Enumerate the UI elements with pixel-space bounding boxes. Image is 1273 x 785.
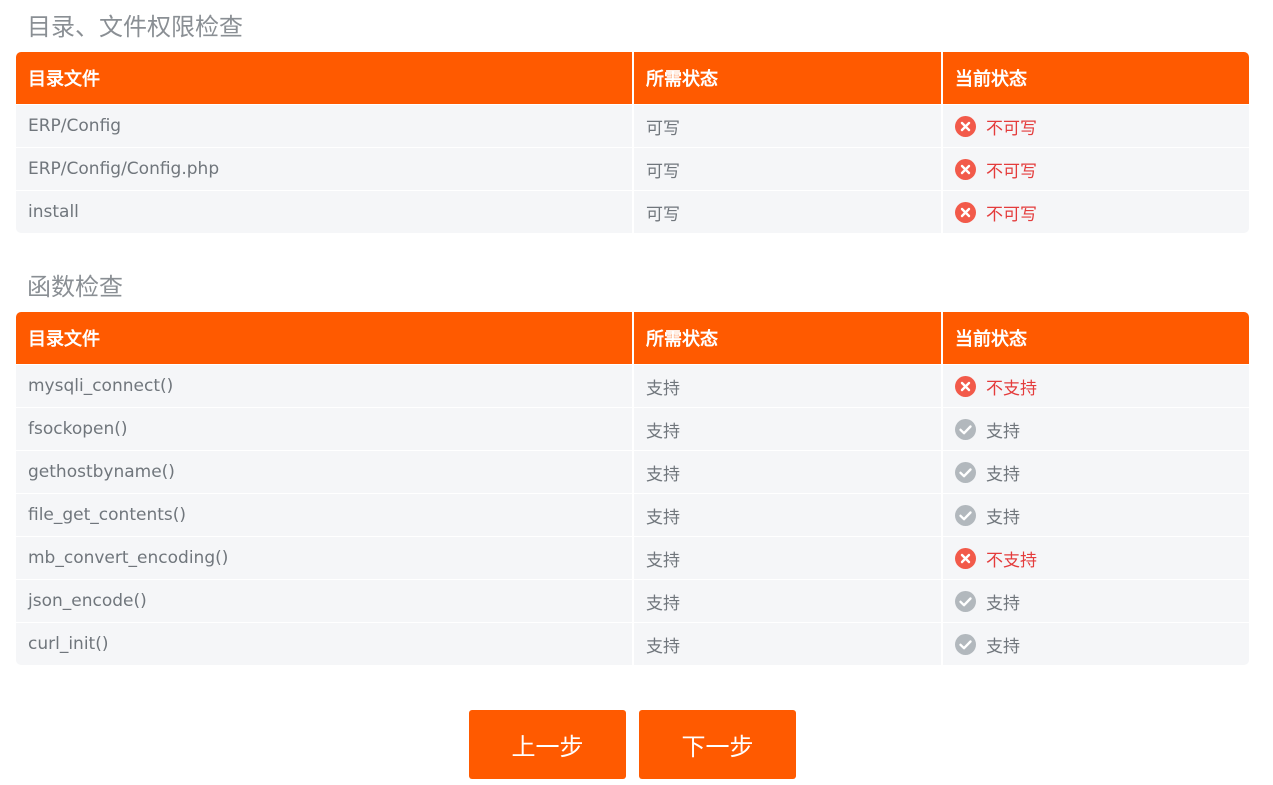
- table-row: ERP/Config 可写 不可写: [16, 104, 1249, 147]
- permission-check-rows: ERP/Config 可写 不可写 ERP/Config/Config.php 可写 不可…: [16, 104, 1249, 233]
- table-row: curl_init() 支持 支持: [16, 622, 1249, 665]
- row-required-status: 支持: [632, 623, 941, 665]
- row-file-name: ERP/Config: [28, 116, 122, 136]
- next-step-button[interactable]: 下一步: [639, 710, 796, 779]
- previous-step-button[interactable]: 上一步: [469, 710, 626, 779]
- column-header-file: 目录文件: [28, 329, 100, 350]
- table-header: 目录文件 所需状态 当前状态: [16, 52, 1249, 104]
- install-check-page: 目录、文件权限检查 目录文件 所需状态 当前状态 ERP/Config 可写 不可写…: [0, 0, 1273, 785]
- current-status-text: 不可写: [986, 118, 1037, 139]
- row-file-name: ERP/Config/Config.php: [28, 159, 220, 179]
- close-circle-icon: [955, 201, 976, 223]
- row-required-status: 支持: [632, 365, 941, 407]
- row-file-name: fsockopen(): [28, 419, 128, 439]
- column-header-current: 当前状态: [941, 52, 1249, 104]
- close-circle-icon: [955, 375, 976, 397]
- row-current-status: 不可写: [941, 105, 1249, 147]
- row-required-status: 支持: [632, 408, 941, 450]
- check-circle-icon: [955, 461, 976, 483]
- row-required-status: 可写: [632, 148, 941, 190]
- check-circle-icon: [955, 590, 976, 612]
- column-header-file: 目录文件: [28, 69, 100, 90]
- current-status-text: 支持: [986, 421, 1020, 442]
- current-status-text: 支持: [986, 464, 1020, 485]
- function-check-title: 函数检查: [27, 273, 123, 301]
- close-circle-icon: [955, 158, 976, 180]
- row-current-status: 不支持: [941, 537, 1249, 579]
- row-file-name: install: [28, 202, 79, 222]
- permission-check-title: 目录、文件权限检查: [27, 13, 243, 41]
- row-file-name: gethostbyname(): [28, 462, 175, 482]
- row-required-status: 可写: [632, 105, 941, 147]
- row-current-status: 不支持: [941, 365, 1249, 407]
- table-row: ERP/Config/Config.php 可写 不可写: [16, 147, 1249, 190]
- row-current-status: 不可写: [941, 191, 1249, 233]
- close-circle-icon: [955, 115, 976, 137]
- row-current-status: 支持: [941, 623, 1249, 665]
- close-circle-icon: [955, 547, 976, 569]
- table-row: json_encode() 支持 支持: [16, 579, 1249, 622]
- current-status-text: 支持: [986, 593, 1020, 614]
- row-file-name: file_get_contents(): [28, 505, 187, 525]
- current-status-text: 支持: [986, 636, 1020, 657]
- check-circle-icon: [955, 504, 976, 526]
- row-file-name: mysqli_connect(): [28, 376, 174, 396]
- row-required-status: 支持: [632, 580, 941, 622]
- table-row: mb_convert_encoding() 支持 不支持: [16, 536, 1249, 579]
- row-file-name: json_encode(): [28, 591, 147, 611]
- table-row: mysqli_connect() 支持 不支持: [16, 364, 1249, 407]
- permission-check-table: 目录文件 所需状态 当前状态 ERP/Config 可写 不可写 ERP/Config…: [16, 52, 1249, 233]
- table-header: 目录文件 所需状态 当前状态: [16, 312, 1249, 364]
- column-header-required: 所需状态: [632, 312, 941, 364]
- table-row: file_get_contents() 支持 支持: [16, 493, 1249, 536]
- column-header-required: 所需状态: [632, 52, 941, 104]
- row-current-status: 支持: [941, 580, 1249, 622]
- row-required-status: 支持: [632, 537, 941, 579]
- column-header-current: 当前状态: [941, 312, 1249, 364]
- current-status-text: 不支持: [986, 378, 1037, 399]
- row-file-name: mb_convert_encoding(): [28, 548, 229, 568]
- table-row: fsockopen() 支持 支持: [16, 407, 1249, 450]
- current-status-text: 不可写: [986, 204, 1037, 225]
- table-row: install 可写 不可写: [16, 190, 1249, 233]
- function-check-rows: mysqli_connect() 支持 不支持 fsockopen() 支持 支持 geth…: [16, 364, 1249, 665]
- row-current-status: 支持: [941, 408, 1249, 450]
- function-check-table: 目录文件 所需状态 当前状态 mysqli_connect() 支持 不支持 fsoc…: [16, 312, 1249, 665]
- check-circle-icon: [955, 633, 976, 655]
- check-circle-icon: [955, 418, 976, 440]
- row-current-status: 支持: [941, 451, 1249, 493]
- row-required-status: 可写: [632, 191, 941, 233]
- row-file-name: curl_init(): [28, 634, 109, 654]
- row-current-status: 不可写: [941, 148, 1249, 190]
- row-required-status: 支持: [632, 451, 941, 493]
- current-status-text: 支持: [986, 507, 1020, 528]
- current-status-text: 不可写: [986, 161, 1037, 182]
- current-status-text: 不支持: [986, 550, 1037, 571]
- row-current-status: 支持: [941, 494, 1249, 536]
- row-required-status: 支持: [632, 494, 941, 536]
- table-row: gethostbyname() 支持 支持: [16, 450, 1249, 493]
